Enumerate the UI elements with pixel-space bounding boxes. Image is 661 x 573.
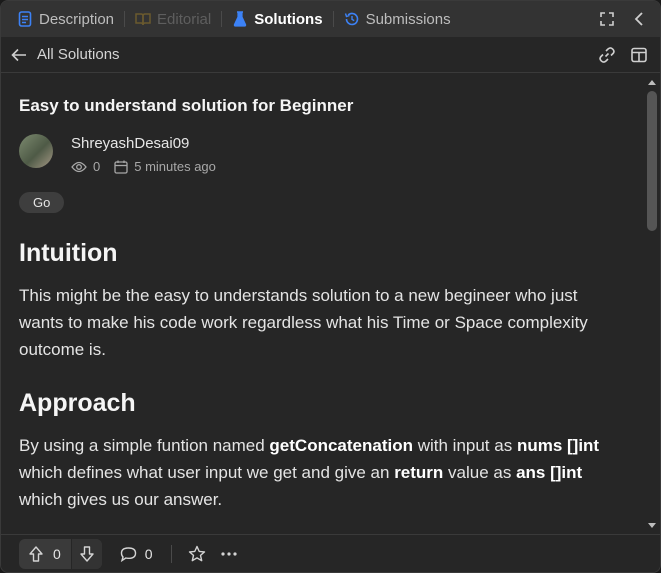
scroll-down-arrow[interactable] [648,523,656,528]
solution-title: Easy to understand solution for Beginner [19,96,354,115]
more-options-icon[interactable] [218,543,240,565]
tab-divider [332,11,334,27]
split-view-icon[interactable] [630,46,648,64]
comment-count: 0 [144,545,153,562]
vote-group: 0 [19,538,102,569]
tab-description-label: Description [39,10,115,28]
tab-submissions-label: Submissions [365,10,451,28]
editorial-icon [135,11,151,27]
arrow-left-icon [11,48,26,61]
scroll-up-arrow[interactable] [648,80,656,85]
tab-solutions-label: Solutions [254,10,323,28]
scroll-thumb[interactable] [647,91,657,231]
post-time: 5 minutes ago [134,159,216,174]
tab-divider [124,11,126,27]
return-type: ans []int [516,463,583,482]
action-divider [170,544,172,563]
author-block: ShreyashDesai09 0 5 minutes ago [19,134,626,174]
avatar[interactable] [19,134,53,168]
solution-content: Easy to understand solution for Beginner… [1,74,644,534]
approach-text-part: with input as [412,436,517,455]
solution-panel: Description Editorial Solutions Submissi… [0,0,661,573]
input-type: nums []int [516,436,600,455]
all-solutions-link[interactable]: All Solutions [11,46,120,63]
description-icon [17,11,33,27]
maximize-icon[interactable] [598,10,616,28]
tab-editorial-label: Editorial [157,10,212,28]
approach-text-part: value as [443,463,517,482]
approach-text-part: By using a simple funtion named [19,436,270,455]
approach-heading: Approach [19,389,136,417]
tab-description[interactable]: Description [11,1,120,37]
tab-submissions[interactable]: Submissions [338,1,457,37]
tab-divider [221,11,223,27]
arrow-up-icon [29,545,43,562]
all-solutions-label: All Solutions [37,46,120,63]
function-name: getConcatenation [269,436,413,455]
history-icon [344,11,360,27]
language-tag[interactable]: Go [19,192,65,213]
flask-icon [232,11,248,27]
scrollbar[interactable] [644,74,660,534]
eye-icon [71,161,87,172]
return-keyword: return [394,463,444,482]
approach-text-part: which gives us our answer. [19,490,223,509]
view-count: 0 [93,159,101,174]
downvote-button[interactable] [70,538,102,569]
solution-subheader: All Solutions [1,37,660,73]
collapse-icon[interactable] [630,10,648,28]
tab-editorial[interactable]: Editorial [129,1,217,37]
intuition-text: This might be the easy to understands so… [19,286,588,359]
comments-button[interactable]: 0 [120,546,153,562]
author-name[interactable]: ShreyashDesai09 [71,135,230,152]
star-icon[interactable] [186,543,208,565]
approach-text: By using a simple funtion named getConca… [19,432,626,513]
tab-solutions[interactable]: Solutions [226,1,328,37]
arrow-down-icon [80,545,94,562]
calendar-icon [114,160,128,174]
link-icon[interactable] [598,46,616,64]
action-bar: 0 0 [1,534,660,572]
intuition-heading: Intuition [19,239,118,267]
upvote-button[interactable]: 0 [19,539,71,569]
approach-text-part: which defines what user input we get and… [19,463,395,482]
upvote-count: 0 [53,545,61,562]
tab-bar: Description Editorial Solutions Submissi… [1,1,660,37]
comment-icon [120,546,136,562]
